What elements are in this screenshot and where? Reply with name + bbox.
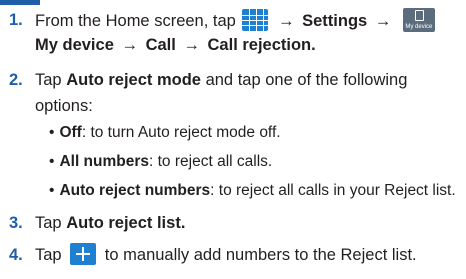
my-device-icon: My device bbox=[402, 8, 435, 32]
period: . bbox=[180, 214, 186, 232]
call-rejection-label: Call rejection bbox=[207, 36, 312, 54]
step-number: 3. bbox=[9, 214, 23, 232]
step-text: Tap bbox=[35, 71, 62, 89]
step-number: 2. bbox=[9, 71, 23, 89]
plus-icon bbox=[70, 243, 97, 265]
bullet-icon: • bbox=[49, 182, 55, 199]
plus-bar-vertical bbox=[82, 247, 85, 261]
step-2-line-2: options: bbox=[35, 94, 93, 118]
period: . bbox=[311, 36, 316, 54]
option-description: : to reject all calls. bbox=[149, 153, 273, 170]
instruction-page: 1. From the Home screen, tap → Settings … bbox=[0, 0, 466, 279]
step-text: and tap one of the following bbox=[205, 71, 408, 89]
step-3-line-1: Tap Auto reject list. bbox=[35, 211, 185, 235]
option-off: • Off: to turn Auto reject mode off. bbox=[49, 121, 281, 145]
auto-reject-list-label: Auto reject list bbox=[66, 214, 181, 232]
section-accent-bar bbox=[0, 0, 40, 5]
option-description: : to reject all calls in your Reject lis… bbox=[210, 182, 456, 199]
my-device-label: My device bbox=[35, 36, 114, 54]
step-text: Tap bbox=[35, 246, 62, 264]
option-name: Off bbox=[59, 124, 82, 141]
apps-grid-icon bbox=[242, 9, 269, 31]
arrow-icon: → bbox=[278, 12, 295, 30]
option-all-numbers: • All numbers: to reject all calls. bbox=[49, 150, 272, 174]
auto-reject-mode-label: Auto reject mode bbox=[66, 71, 201, 89]
bullet-icon: • bbox=[49, 153, 55, 170]
option-name: Auto reject numbers bbox=[59, 182, 211, 199]
step-2-line-1: Tap Auto reject mode and tap one of the … bbox=[35, 68, 407, 92]
arrow-icon: → bbox=[374, 12, 392, 30]
step-4-line-1: Tap to manually add numbers to the Rejec… bbox=[35, 243, 417, 267]
step-1-line-1: From the Home screen, tap → Settings → M… bbox=[35, 8, 435, 33]
step-text: to manually add numbers to the Reject li… bbox=[104, 246, 417, 264]
arrow-icon: → bbox=[183, 36, 200, 54]
option-description: : to turn Auto reject mode off. bbox=[81, 124, 281, 141]
call-label: Call bbox=[145, 36, 176, 54]
device-glyph bbox=[414, 10, 424, 21]
option-name: All numbers bbox=[59, 153, 150, 170]
icon-caption: My device bbox=[405, 24, 433, 30]
step-text: From the Home screen, tap bbox=[35, 12, 236, 30]
option-auto-reject-numbers: • Auto reject numbers: to reject all call… bbox=[49, 179, 456, 203]
settings-label: Settings bbox=[302, 12, 368, 30]
step-text: options: bbox=[35, 97, 93, 115]
step-number: 1. bbox=[9, 11, 23, 29]
arrow-icon: → bbox=[121, 36, 138, 54]
step-1-line-2: My device → Call → Call rejection. bbox=[35, 33, 316, 57]
step-number: 4. bbox=[9, 246, 23, 264]
bullet-icon: • bbox=[49, 124, 55, 141]
step-text: Tap bbox=[35, 214, 62, 232]
